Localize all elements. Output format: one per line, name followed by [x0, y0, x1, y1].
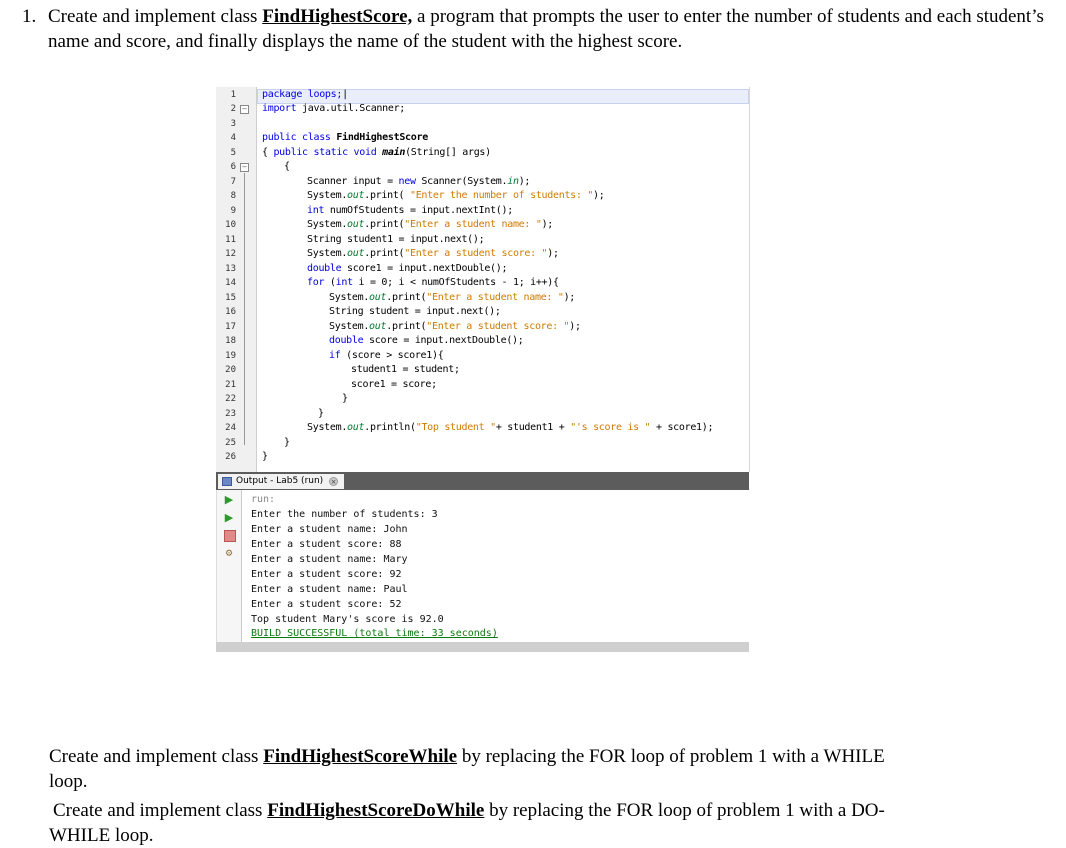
line-number: 12 — [225, 249, 236, 259]
code-line-22: } — [342, 393, 348, 404]
fold-collapse-icon[interactable]: − — [240, 105, 249, 114]
code-line-25: } — [284, 437, 290, 448]
class-name-findhighestscorewhile: FindHighestScoreWhile — [263, 746, 458, 767]
line-number: 16 — [225, 307, 236, 317]
code-line-1: package loops;| — [262, 89, 348, 100]
question-1-text: Create and implement class FindHighestSc… — [48, 6, 1044, 52]
code-line-24: System.out.println("Top student "+ stude… — [307, 422, 714, 433]
question-number: 1. — [22, 6, 37, 27]
output-line: Enter the number of students: 3 — [251, 509, 438, 520]
question-3: Create and implement class FindHighestSc… — [53, 800, 885, 821]
code-editor[interactable]: 1 2 3 4 5 6 7 8 9 10 11 12 13 14 15 16 1… — [216, 87, 750, 472]
line-number: 11 — [225, 235, 236, 245]
code-line-13: double score1 = input.nextDouble(); — [307, 263, 508, 274]
line-number: 6 — [230, 162, 236, 172]
text-cursor: | — [342, 89, 348, 100]
output-line: Enter a student name: Paul — [251, 584, 408, 595]
output-toolbar: ▶ ▶ ⚙ — [217, 490, 242, 642]
code-line-2: import java.util.Scanner; — [262, 103, 406, 114]
fold-collapse-icon[interactable]: − — [240, 163, 249, 172]
line-number: 1 — [230, 90, 236, 100]
code-line-12: System.out.print("Enter a student score:… — [307, 248, 559, 259]
line-number: 18 — [225, 336, 236, 346]
output-tab-bar: Output - Lab5 (run) × — [216, 472, 749, 490]
class-name-findhighestscoredowhile: FindHighestScoreDoWhile — [267, 800, 485, 821]
code-line-10: System.out.print("Enter a student name: … — [307, 219, 554, 230]
line-number: 19 — [225, 351, 236, 361]
code-line-15: System.out.print("Enter a student name: … — [329, 292, 576, 303]
code-line-9: int numOfStudents = input.nextInt(); — [307, 205, 513, 216]
code-line-4: public class FindHighestScore — [262, 132, 428, 143]
output-scrollbar[interactable] — [216, 642, 749, 652]
class-name-findhighestscore: FindHighestScore, — [262, 6, 413, 27]
line-number: 14 — [225, 278, 236, 288]
code-line-14: for (int i = 0; i < numOfStudents - 1; i… — [307, 277, 559, 288]
rerun-icon[interactable]: ▶ — [223, 494, 235, 506]
code-line-17: System.out.print("Enter a student score:… — [329, 321, 581, 332]
line-number: 9 — [230, 206, 236, 216]
output-panel: ▶ ▶ ⚙ run: Enter the number of students:… — [216, 490, 750, 642]
code-line-26: } — [262, 451, 268, 462]
code-line-20: student1 = student; — [351, 364, 460, 375]
output-line: Enter a student score: 88 — [251, 539, 402, 550]
code-line-18: double score = input.nextDouble(); — [329, 335, 524, 346]
output-line: Enter a student score: 52 — [251, 599, 402, 610]
output-tab-label: Output - Lab5 (run) — [236, 476, 324, 486]
line-number: 8 — [230, 191, 236, 201]
line-number: 21 — [225, 380, 236, 390]
close-icon[interactable]: × — [329, 477, 338, 486]
line-number: 24 — [225, 423, 236, 433]
output-tab[interactable]: Output - Lab5 (run) × — [218, 474, 344, 489]
line-number: 17 — [225, 322, 236, 332]
code-line-6: { — [284, 161, 290, 172]
line-number: 13 — [225, 264, 236, 274]
output-line: Enter a student name: Mary — [251, 554, 408, 565]
output-line: run: — [251, 494, 276, 505]
line-number: 20 — [225, 365, 236, 375]
output-line: Top student Mary's score is 92.0 — [251, 614, 444, 625]
fold-guide-line — [244, 173, 245, 445]
line-number-gutter: 1 2 3 4 5 6 7 8 9 10 11 12 13 14 15 16 1… — [216, 87, 257, 472]
line-number: 4 — [230, 133, 236, 143]
code-line-23: } — [318, 408, 324, 419]
settings-icon[interactable]: ⚙ — [223, 548, 235, 560]
question-2: Create and implement class FindHighestSc… — [49, 746, 885, 767]
code-line-21: score1 = score; — [351, 379, 437, 390]
line-number: 7 — [230, 177, 236, 187]
line-number: 10 — [225, 220, 236, 230]
output-line: Enter a student name: John — [251, 524, 408, 535]
code-line-5: { public static void main(String[] args) — [262, 147, 491, 158]
line-number: 2 — [230, 104, 236, 114]
console-icon — [222, 477, 232, 486]
code-line-11: String student1 = input.next(); — [307, 234, 485, 245]
line-number: 26 — [225, 452, 236, 462]
code-line-7: Scanner input = new Scanner(System.in); — [307, 176, 531, 187]
line-number: 23 — [225, 409, 236, 419]
output-line: Enter a student score: 92 — [251, 569, 402, 580]
line-number: 22 — [225, 394, 236, 404]
code-line-8: System.out.print( "Enter the number of s… — [307, 190, 605, 201]
line-number: 25 — [225, 438, 236, 448]
build-status-line: BUILD SUCCESSFUL (total time: 33 seconds… — [251, 628, 498, 639]
line-number: 15 — [225, 293, 236, 303]
code-line-16: String student = input.next(); — [329, 306, 501, 317]
question-3-continued: WHILE loop. — [49, 825, 154, 846]
line-number: 5 — [230, 148, 236, 158]
code-line-19: if (score > score1){ — [329, 350, 444, 361]
stop-icon[interactable] — [224, 530, 236, 542]
rerun-with-params-icon[interactable]: ▶ — [223, 512, 235, 524]
line-number: 3 — [230, 119, 236, 129]
question-2-continued: loop. — [49, 771, 88, 792]
